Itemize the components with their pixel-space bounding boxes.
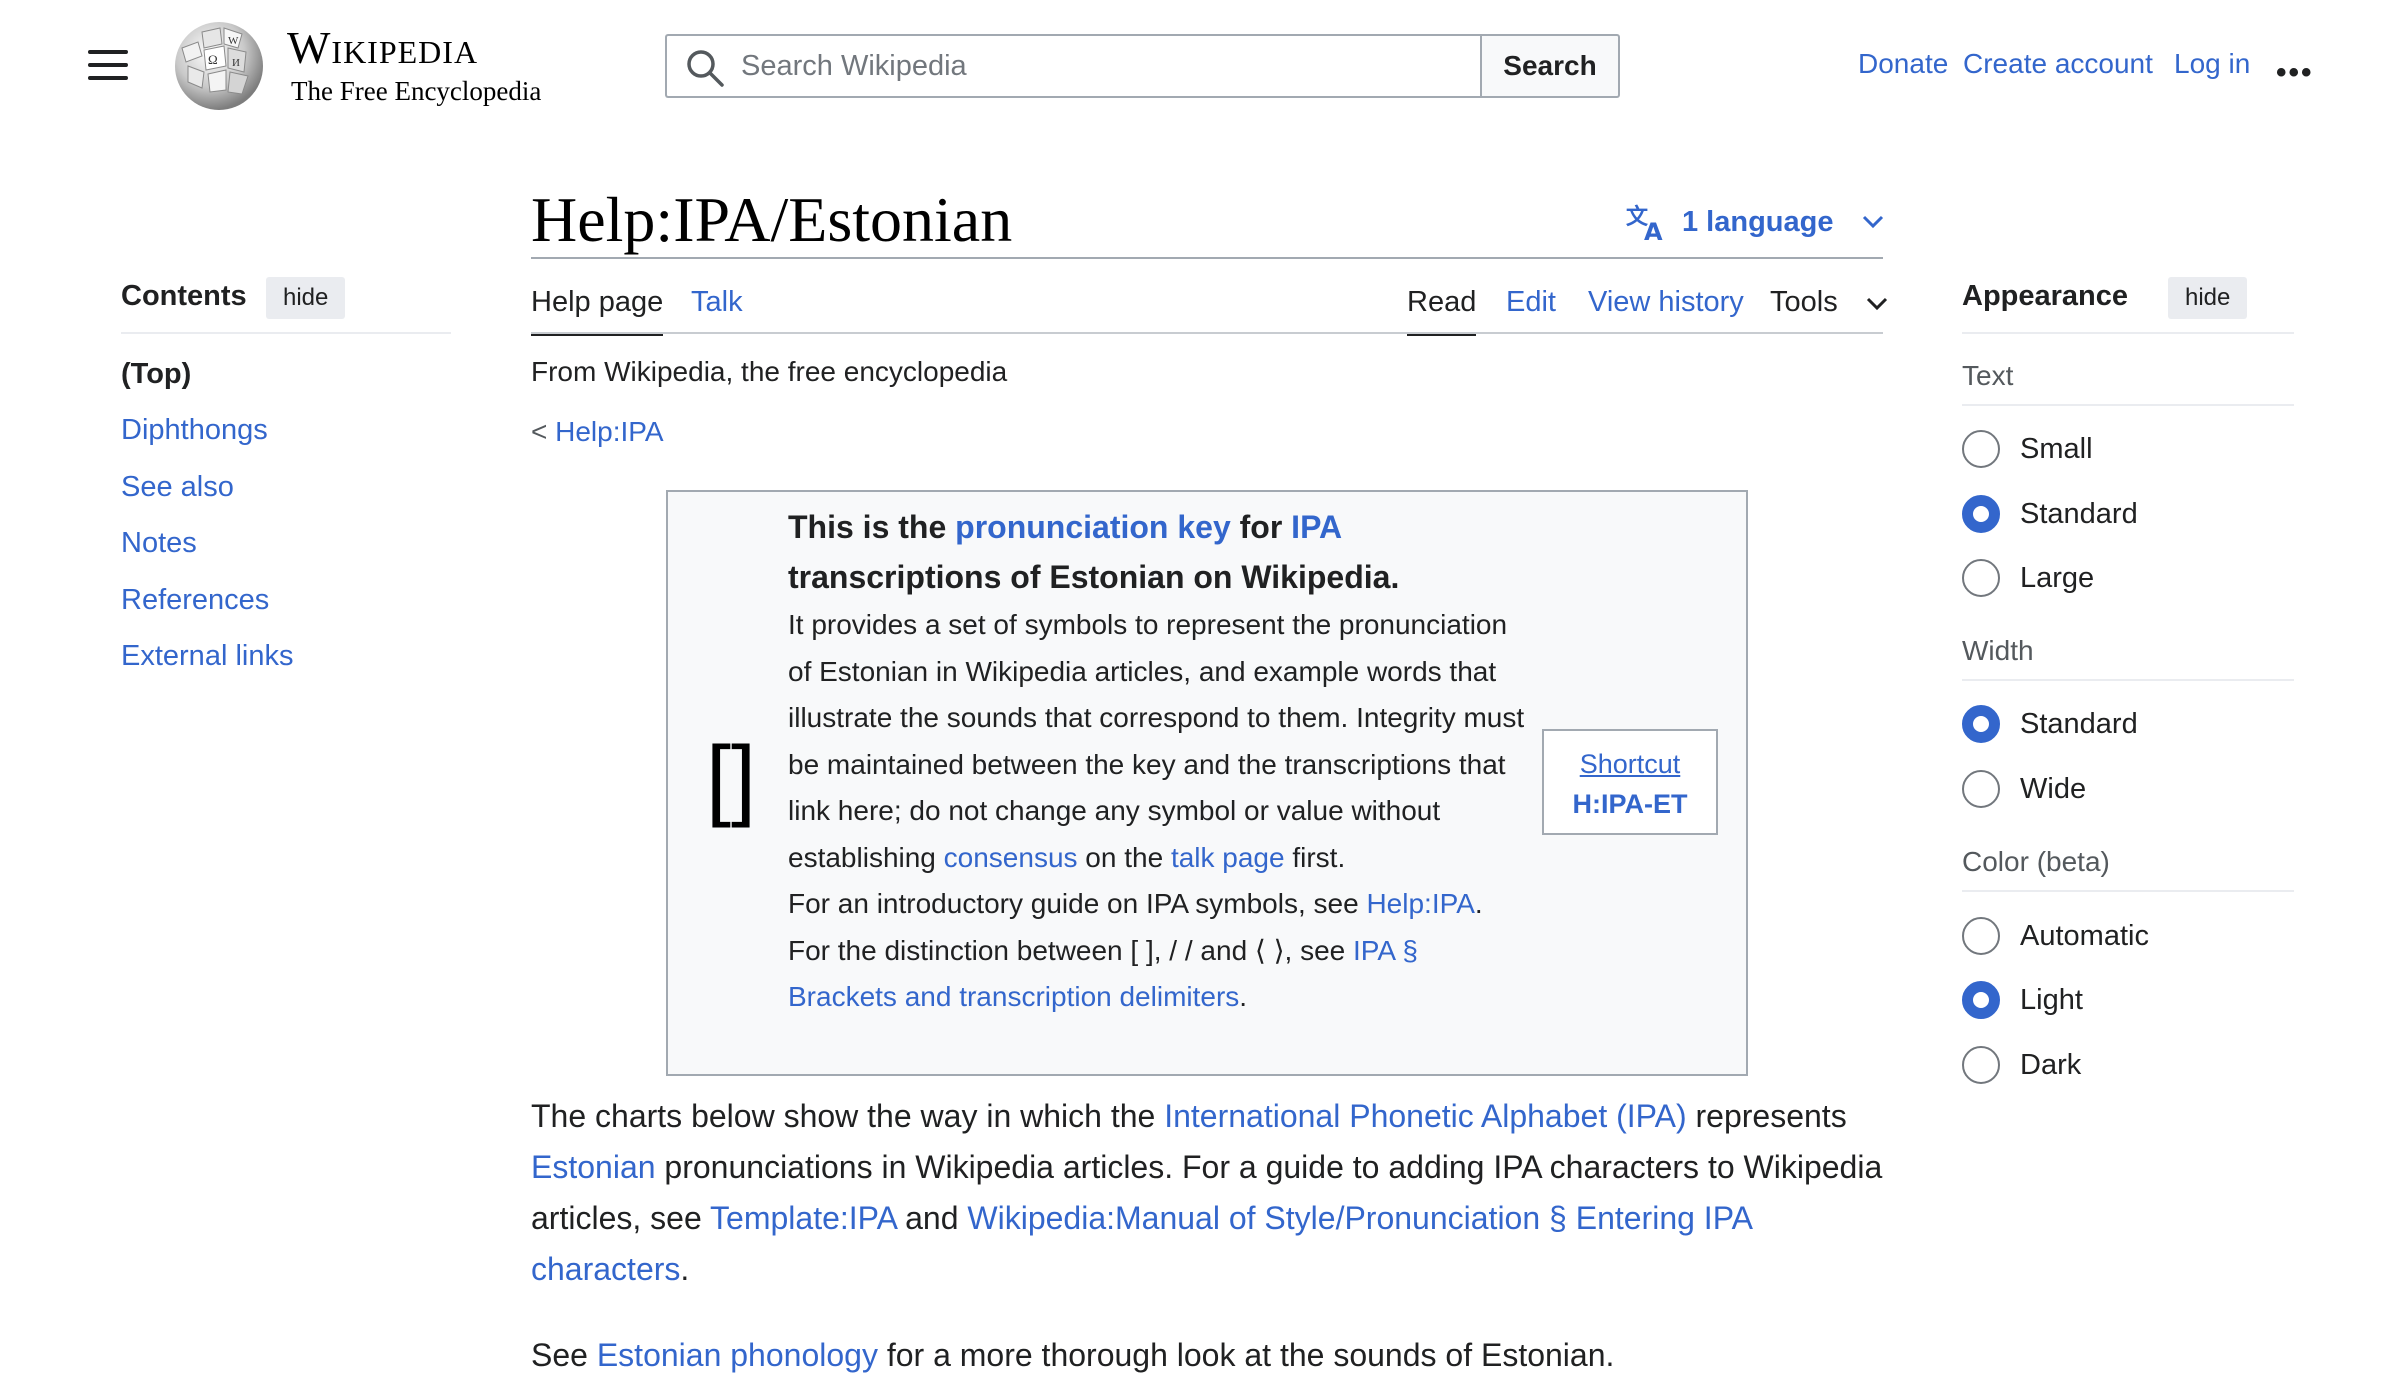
pronunciation-key-link[interactable]: pronunciation key [955,509,1231,545]
wikipedia-globe-logo[interactable]: Ω W И [168,18,270,114]
search-box[interactable] [665,34,1481,98]
tab-talk[interactable]: Talk [691,284,743,332]
language-icon: 文 A [1626,204,1663,242]
radio-button-checked[interactable] [1962,705,2000,743]
consensus-link[interactable]: consensus [944,842,1078,873]
color-dark-option[interactable]: Dark [1962,1045,2081,1085]
language-label: 1 language [1682,205,1834,238]
radio-button[interactable] [1962,917,2000,955]
logo-title: Wikipedia [287,22,479,73]
tools-label: Tools [1770,286,1838,318]
tab-read[interactable]: Read [1407,284,1477,336]
ipa-box-lead: This is the pronunciation key for IPA tr… [788,509,1400,595]
text-size-label: Text [1962,360,2014,391]
language-button[interactable]: 文 A 1 language [1626,198,1898,246]
toc-item-external-links[interactable]: External links [121,640,293,673]
more-options-icon[interactable]: ••• [2276,56,2314,90]
intro-paragraph: The charts below show the way in which t… [531,1098,1883,1287]
text-size-large-option[interactable]: Large [1962,558,2094,598]
radio-button-checked[interactable] [1962,495,2000,533]
tab-edit[interactable]: Edit [1506,284,1556,332]
talk-page-link[interactable]: talk page [1171,842,1285,873]
width-wide-option[interactable]: Wide [1962,769,2086,809]
estonian-link[interactable]: Estonian [531,1149,656,1185]
radio-button[interactable] [1962,559,2000,597]
site-subtitle: From Wikipedia, the free encyclopedia [531,356,1008,387]
toc-item-see-also[interactable]: See also [121,471,234,504]
radio-button[interactable] [1962,1046,2000,1084]
appearance-hide-button[interactable]: hide [2168,277,2248,319]
search-button[interactable]: Search [1480,34,1620,98]
template-ipa-link[interactable]: Template:IPA [710,1200,896,1236]
ipa-box-intro: For an introductory guide on IPA symbols… [788,888,1483,919]
ipa-box-distinction: For the distinction between [ ], / / and… [788,934,1418,1013]
width-label: Width [1962,635,2034,666]
radio-button[interactable] [1962,770,2000,808]
create-account-link[interactable]: Create account [1963,48,2153,80]
text-size-standard-option[interactable]: Standard [1962,494,2138,534]
tabs-divider [531,332,1883,334]
ipa-link[interactable]: IPA [1291,509,1341,545]
shortcut-code[interactable]: H:IPA-ET [1544,784,1716,824]
chevron-down-icon [1862,215,1883,229]
title-divider [531,257,1883,259]
donate-link[interactable]: Donate [1858,48,1948,80]
color-label: Color (beta) [1962,846,2110,877]
width-standard-option[interactable]: Standard [1962,704,2138,744]
international-phonetic-alphabet-link[interactable]: International Phonetic Alphabet (IPA) [1164,1098,1686,1134]
breadcrumb: < Help:IPA [531,416,664,448]
appearance-title: Appearance [1962,280,2129,312]
tab-view-history[interactable]: View history [1588,284,1744,332]
search-input[interactable] [739,36,1469,96]
help-ipa-link[interactable]: Help:IPA [1366,888,1474,919]
page-title: Help:IPA/Estonian [531,184,1013,255]
wikipedia-wordmark[interactable]: Wikipedia The Free Encyclopedia [287,20,541,106]
chevron-down-icon [1866,297,1887,311]
breadcrumb-prefix: < [531,416,548,447]
color-automatic-option[interactable]: Automatic [1962,916,2149,956]
ipa-article-link[interactable]: IPA [1353,935,1395,966]
toc-item-notes[interactable]: Notes [121,527,197,560]
log-in-link[interactable]: Log in [2174,48,2250,80]
tab-help-page[interactable]: Help page [531,284,664,336]
shortcut-box: Shortcut H:IPA-ET [1542,729,1718,835]
toc-title: Contents [121,280,247,312]
radio-button-checked[interactable] [1962,981,2000,1019]
toc-item-diphthongs[interactable]: Diphthongs [121,414,268,447]
phonology-paragraph: See Estonian phonology for a more thorou… [531,1337,1615,1373]
text-size-small-option[interactable]: Small [1962,429,2093,469]
radio-button[interactable] [1962,430,2000,468]
search-icon [687,50,724,87]
breadcrumb-link[interactable]: Help:IPA [555,416,663,447]
tab-tools[interactable]: Tools [1770,284,1888,332]
appearance-divider [1962,332,2294,334]
main-menu-button[interactable] [88,50,128,82]
toc-divider [121,332,451,334]
ipa-box-body: It provides a set of symbols to represen… [788,609,1525,873]
color-light-option[interactable]: Light [1962,980,2083,1020]
svg-text:W: W [228,35,239,47]
ipa-box-text: This is the pronunciation key for IPA tr… [788,502,1528,1021]
toc-item-references[interactable]: References [121,584,269,617]
ipa-pronunciation-key-box: [] This is the pronunciation key for IPA… [666,490,1748,1076]
toc-item-top[interactable]: (Top) [121,358,191,391]
toc-hide-button[interactable]: hide [266,277,346,319]
ipa-brackets-icon: [] [706,729,757,829]
svg-text:A: A [1644,218,1663,242]
logo-tagline: The Free Encyclopedia [291,76,542,106]
svg-text:И: И [232,57,240,69]
shortcut-label[interactable]: Shortcut [1544,744,1716,784]
svg-text:Ω: Ω [208,52,218,67]
estonian-phonology-link[interactable]: Estonian phonology [597,1337,878,1373]
menu-icon [88,50,128,54]
